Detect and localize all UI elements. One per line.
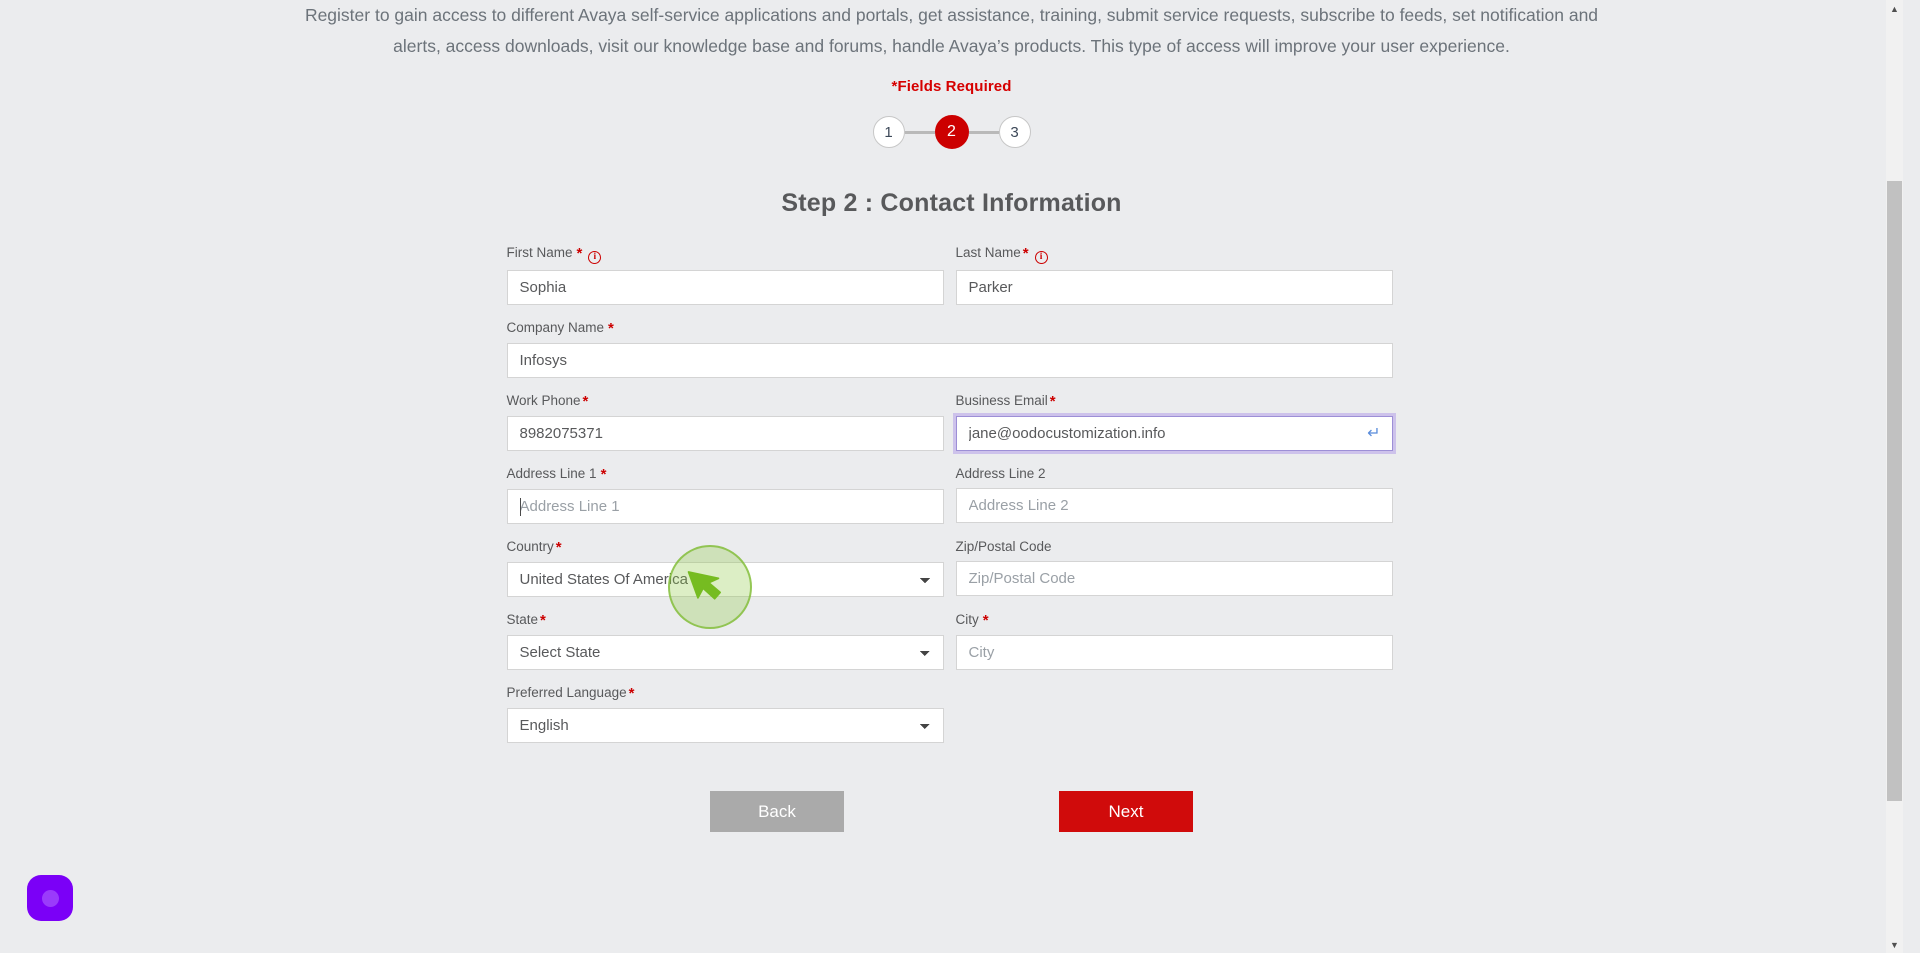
field-city: City *: [955, 612, 1393, 671]
step-1-circle[interactable]: 1: [872, 116, 905, 148]
business-email-label: Business Email *: [956, 393, 1393, 410]
required-asterisk: *: [555, 539, 562, 557]
city-label: City *: [956, 612, 1393, 629]
back-button[interactable]: Back: [710, 791, 844, 833]
info-icon[interactable]: i: [1034, 251, 1048, 265]
step-connector-2-3: [968, 130, 999, 134]
intro-line-1: Register to gain access to different Ava…: [304, 5, 1599, 25]
next-button[interactable]: Next: [1059, 791, 1193, 833]
field-zip: Zip/Postal Code: [955, 539, 1393, 597]
state-label-text: State: [506, 612, 539, 628]
form-row-state-city: State * Select State City *: [506, 612, 1397, 671]
required-asterisk: *: [608, 320, 614, 338]
registration-page: Register to gain access to different Ava…: [0, 0, 1903, 953]
step-connector-1-2: [904, 130, 935, 134]
country-label: Country *: [507, 539, 944, 556]
form-actions: Back Next: [507, 791, 1397, 833]
business-email-input[interactable]: [955, 416, 1393, 452]
company-name-label-text: Company Name: [506, 320, 605, 336]
first-name-input[interactable]: [506, 270, 944, 306]
first-name-label-text: First Name: [506, 245, 573, 260]
city-label-text: City: [955, 612, 979, 628]
address-line-2-label: Address Line 2: [956, 466, 1393, 482]
city-input[interactable]: [955, 635, 1393, 671]
scroll-down-arrow-icon[interactable]: ▼: [1886, 936, 1903, 953]
country-select[interactable]: United States Of America: [506, 562, 944, 598]
chat-widget-icon: [41, 889, 59, 907]
field-country: Country * United States Of America: [506, 539, 944, 598]
page-scrollbar[interactable]: ▲ ▼: [1886, 0, 1903, 953]
preferred-language-select[interactable]: English: [506, 708, 944, 744]
step-3-circle[interactable]: 3: [998, 116, 1031, 148]
field-state: State * Select State: [506, 612, 944, 671]
address-line-1-wrapper: [506, 489, 944, 525]
address-line-2-input[interactable]: [955, 488, 1393, 524]
zip-label-text: Zip/Postal Code: [955, 539, 1052, 555]
work-phone-label: Work Phone *: [507, 393, 944, 410]
required-asterisk: *: [540, 612, 546, 630]
address-line-1-input[interactable]: [506, 489, 944, 525]
contact-information-form: First Name*i Last Name*i Company Name* W…: [506, 245, 1397, 833]
intro-paragraph: Register to gain access to different Ava…: [242, 0, 1662, 62]
required-asterisk: *: [576, 245, 583, 262]
address-line-2-label-text: Address Line 2: [955, 466, 1046, 482]
required-asterisk: *: [1049, 393, 1056, 411]
required-asterisk: *: [582, 393, 589, 411]
required-asterisk: *: [1022, 245, 1029, 262]
chat-widget-button[interactable]: [27, 875, 73, 921]
step-2-circle[interactable]: 2: [934, 115, 969, 149]
fields-required-note: *Fields Required: [891, 78, 1012, 95]
form-row-phone-email: Work Phone* Business Email* ↵: [506, 393, 1397, 452]
state-label: State *: [507, 612, 944, 629]
preferred-language-label: Preferred Language *: [507, 685, 944, 702]
business-email-label-text: Business Email: [955, 393, 1048, 409]
intro-line-2: alerts, access downloads, visit our know…: [393, 36, 1510, 56]
field-preferred-language: Preferred Language * English: [506, 685, 944, 744]
field-address-line-1: Address Line 1 *: [506, 466, 944, 525]
country-label-text: Country: [506, 539, 554, 555]
work-phone-input[interactable]: [506, 416, 944, 452]
scroll-up-arrow-icon[interactable]: ▲: [1886, 0, 1903, 17]
business-email-wrapper: ↵: [955, 416, 1393, 452]
field-last-name: Last Name * i: [955, 245, 1393, 306]
work-phone-label-text: Work Phone: [506, 393, 581, 409]
form-row-company: Company Name *: [506, 320, 1397, 379]
form-row-names: First Name*i Last Name*i: [506, 245, 1397, 306]
preferred-language-label-text: Preferred Language: [506, 685, 627, 701]
zip-input[interactable]: [955, 561, 1393, 597]
company-name-input[interactable]: [506, 343, 1393, 379]
page-title: Step 2 : Contact Information: [781, 189, 1122, 217]
required-asterisk: *: [982, 612, 989, 630]
field-first-name: First Name * i: [506, 245, 944, 306]
scrollbar-thumb[interactable]: [1887, 181, 1902, 801]
last-name-input[interactable]: [955, 270, 1393, 306]
address-line-1-label-text: Address Line 1: [506, 466, 597, 482]
form-row-country-zip: Country * United States Of America Zip/Po…: [506, 539, 1397, 598]
field-spacer: [956, 685, 1393, 743]
step-indicator: 1 2 3: [0, 115, 1903, 149]
form-row-address: Address Line 1* Address Line 2: [506, 466, 1397, 525]
field-company-name: Company Name *: [506, 320, 1393, 379]
last-name-label-text: Last Name: [955, 245, 1021, 260]
required-asterisk: *: [628, 685, 635, 703]
company-name-label: Company Name *: [507, 320, 1393, 337]
address-line-1-label: Address Line 1 *: [507, 466, 944, 483]
first-name-label: First Name * i: [506, 245, 944, 265]
field-business-email: Business Email* ↵: [955, 393, 1393, 452]
field-work-phone: Work Phone *: [506, 393, 944, 452]
field-address-line-2: Address Line 2: [955, 466, 1393, 524]
text-caret: [519, 498, 521, 517]
form-row-language: Preferred Language * English: [506, 685, 1397, 744]
required-asterisk: *: [600, 466, 607, 484]
zip-label: Zip/Postal Code: [956, 539, 1393, 555]
state-select[interactable]: Select State: [506, 635, 944, 671]
last-name-label: Last Name * i: [955, 245, 1393, 265]
info-icon[interactable]: i: [588, 251, 602, 265]
